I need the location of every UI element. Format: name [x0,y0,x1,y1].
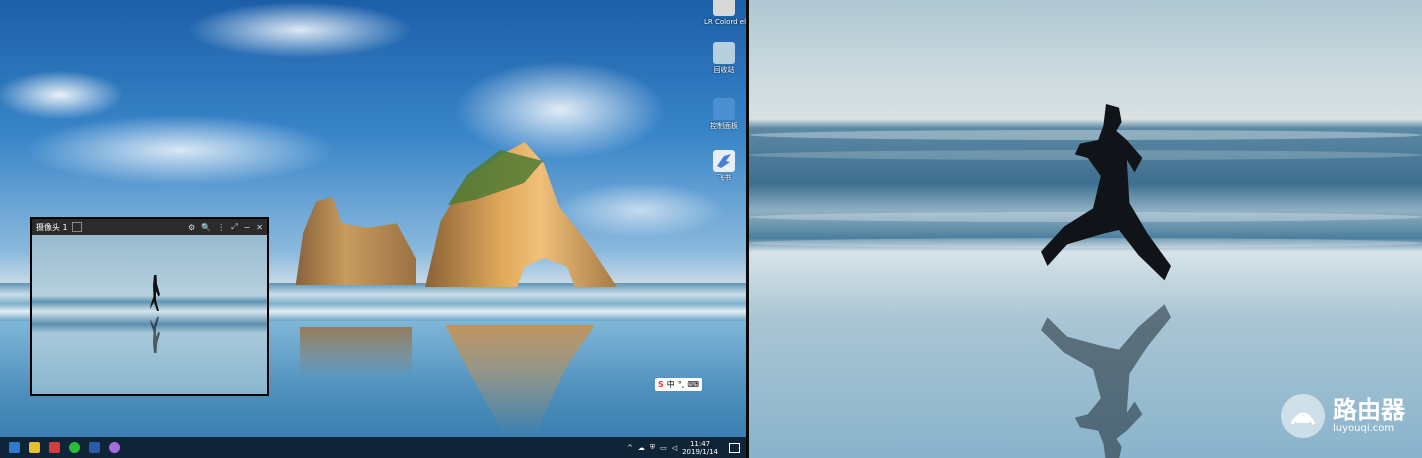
desktop: LR Colord ele... 回收站 控制面板 飞书 摄像头 1 ⚙ 🔍 ⋮… [0,0,746,458]
word-icon[interactable] [89,442,100,453]
wave-line [749,238,1422,248]
wave-line [749,130,1422,140]
fullscreen-icon[interactable]: ⤢ [231,222,237,232]
cloud-icon[interactable]: ☁ [638,444,645,452]
desktop-icon-label: 飞书 [717,174,731,182]
close-icon[interactable]: ✕ [256,223,263,232]
volume-icon[interactable]: ◁ [672,444,677,452]
keyboard-icon[interactable]: ⌨ [687,380,699,389]
camera-runner-figure [150,275,160,311]
router-logo-icon [1281,394,1325,438]
runner-reflection [1041,301,1171,458]
camera-window[interactable]: 摄像头 1 ⚙ 🔍 ⋮ ⤢ − ✕ [30,217,269,396]
network-icon[interactable]: ▭ [660,444,667,452]
camera-window-titlebar[interactable]: 摄像头 1 ⚙ 🔍 ⋮ ⤢ − ✕ [32,219,267,235]
control-panel-icon [713,98,735,120]
desktop-icon-file[interactable]: LR Colord ele... [704,0,746,26]
beach-photo: 路由器 luyouqi.com [749,0,1422,458]
security-icon[interactable]: ⛨ [650,443,655,452]
desktop-icon-label: 回收站 [713,66,735,74]
zoom-icon[interactable]: 🔍 [201,223,211,232]
ime-punct[interactable]: °, [678,380,685,389]
ime-mode[interactable]: 中 [667,379,675,390]
ime-logo-icon: S [658,380,664,389]
more-icon[interactable]: ⋮ [217,223,225,232]
camera-preview [32,235,267,394]
ime-toolbar[interactable]: S 中 °, ⌨ [655,378,702,391]
notification-icon[interactable] [729,442,740,453]
desktop-icon-app[interactable]: 飞书 [704,150,744,182]
app-icon-6[interactable] [109,442,120,453]
desktop-icon-control-panel[interactable]: 控制面板 [704,98,744,130]
wallpaper-reflection-small [300,327,412,377]
file-icon [713,0,735,16]
settings-icon[interactable]: ⚙ [188,223,195,232]
app-icon-1[interactable] [9,442,20,453]
watermark-name: 路由器 [1333,396,1405,424]
taskbar-clock[interactable]: 11:47 2019/1/14 [682,440,718,456]
desktop-icon-label: 控制面板 [710,122,738,130]
camera-runner-reflection [150,317,160,353]
clock-time: 11:47 [689,439,711,448]
desktop-icon-label: LR Colord ele... [704,18,746,26]
recycle-bin-icon [713,42,735,64]
taskbar: ^ ☁ ⛨ ▭ ◁ 11:47 2019/1/14 [0,437,746,458]
wechat-icon[interactable] [69,442,80,453]
wallpaper-rock-small [295,197,416,285]
app-icon-3[interactable] [49,442,60,453]
app-icon-2[interactable] [29,442,40,453]
desktop-icon-recycle-bin[interactable]: 回收站 [704,42,744,74]
minimize-icon[interactable]: − [244,223,251,232]
camera-switch-icon[interactable] [71,222,82,232]
watermark-url: luyouqi.com [1333,423,1395,434]
clock-date: 2019/1/14 [682,447,718,456]
watermark: 路由器 luyouqi.com [1281,394,1405,438]
camera-window-title: 摄像头 1 [36,222,68,232]
app-bird-icon [713,150,735,172]
system-tray: ^ ☁ ⛨ ▭ ◁ 11:47 2019/1/14 [627,437,740,458]
tray-expand-icon[interactable]: ^ [627,444,633,452]
